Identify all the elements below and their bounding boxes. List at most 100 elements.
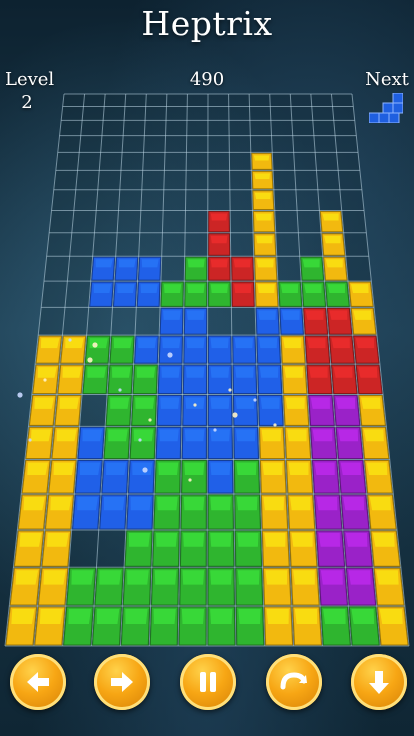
block — [182, 364, 208, 395]
block — [129, 426, 156, 459]
block — [17, 494, 48, 530]
block — [235, 567, 264, 606]
block — [264, 606, 294, 646]
drop-button[interactable] — [351, 654, 407, 710]
block — [348, 606, 380, 646]
block — [323, 256, 348, 281]
block — [256, 335, 281, 364]
block — [94, 567, 124, 606]
move-left-button[interactable] — [10, 654, 66, 710]
block — [373, 567, 405, 606]
block — [122, 567, 152, 606]
block — [21, 459, 51, 494]
block — [72, 494, 101, 530]
block — [158, 335, 183, 364]
control-bar — [0, 654, 414, 712]
block — [258, 395, 284, 426]
block — [231, 256, 254, 281]
block — [91, 256, 116, 281]
block — [350, 307, 377, 335]
block — [232, 335, 257, 364]
block — [132, 364, 158, 395]
block — [367, 494, 397, 530]
block — [338, 459, 367, 494]
block — [259, 426, 286, 459]
block — [181, 459, 207, 494]
block — [184, 281, 208, 307]
block — [103, 426, 131, 459]
block — [318, 567, 348, 606]
arrow-down-icon — [369, 671, 389, 694]
block — [207, 567, 235, 606]
block — [328, 335, 355, 364]
block — [112, 281, 138, 307]
block — [134, 335, 159, 364]
block — [358, 395, 386, 426]
block — [289, 530, 318, 567]
block — [136, 281, 161, 307]
pause-icon — [200, 672, 216, 692]
block — [179, 567, 207, 606]
block — [207, 494, 234, 530]
block — [325, 281, 350, 307]
block — [25, 426, 54, 459]
block — [101, 459, 129, 494]
block — [259, 459, 287, 494]
block — [370, 530, 401, 567]
block — [54, 395, 82, 426]
block — [137, 256, 162, 281]
block — [304, 335, 331, 364]
block — [281, 364, 308, 395]
block — [44, 494, 74, 530]
block — [251, 152, 273, 170]
block — [48, 459, 77, 494]
block — [308, 395, 335, 426]
block — [178, 606, 207, 646]
block — [109, 335, 135, 364]
block — [155, 426, 182, 459]
move-right-button[interactable] — [94, 654, 150, 710]
block — [292, 606, 322, 646]
block — [74, 459, 103, 494]
block — [312, 459, 340, 494]
block — [234, 530, 263, 567]
block — [154, 459, 181, 494]
block — [233, 459, 260, 494]
block — [157, 364, 183, 395]
block — [208, 335, 232, 364]
block — [280, 335, 306, 364]
block — [37, 567, 69, 606]
block — [159, 307, 184, 335]
block — [261, 530, 290, 567]
block — [9, 567, 41, 606]
block — [287, 494, 316, 530]
block — [149, 606, 179, 646]
block — [60, 335, 87, 364]
block — [183, 335, 208, 364]
block — [233, 426, 259, 459]
block — [208, 233, 231, 256]
block — [63, 606, 94, 646]
block — [254, 256, 278, 281]
block — [335, 426, 364, 459]
block — [35, 335, 62, 364]
block — [279, 307, 304, 335]
block — [340, 494, 370, 530]
block — [316, 530, 346, 567]
block — [180, 494, 207, 530]
block — [207, 426, 233, 459]
block — [120, 606, 151, 646]
block — [283, 395, 310, 426]
block — [208, 281, 231, 307]
game-board[interactable] — [0, 0, 414, 650]
block — [207, 364, 233, 395]
block — [99, 494, 128, 530]
block — [77, 426, 105, 459]
block — [301, 281, 327, 307]
block — [207, 530, 235, 567]
rotate-button[interactable] — [266, 654, 322, 710]
block — [34, 606, 66, 646]
pause-button[interactable] — [180, 654, 236, 710]
block — [28, 395, 57, 426]
block — [114, 256, 139, 281]
